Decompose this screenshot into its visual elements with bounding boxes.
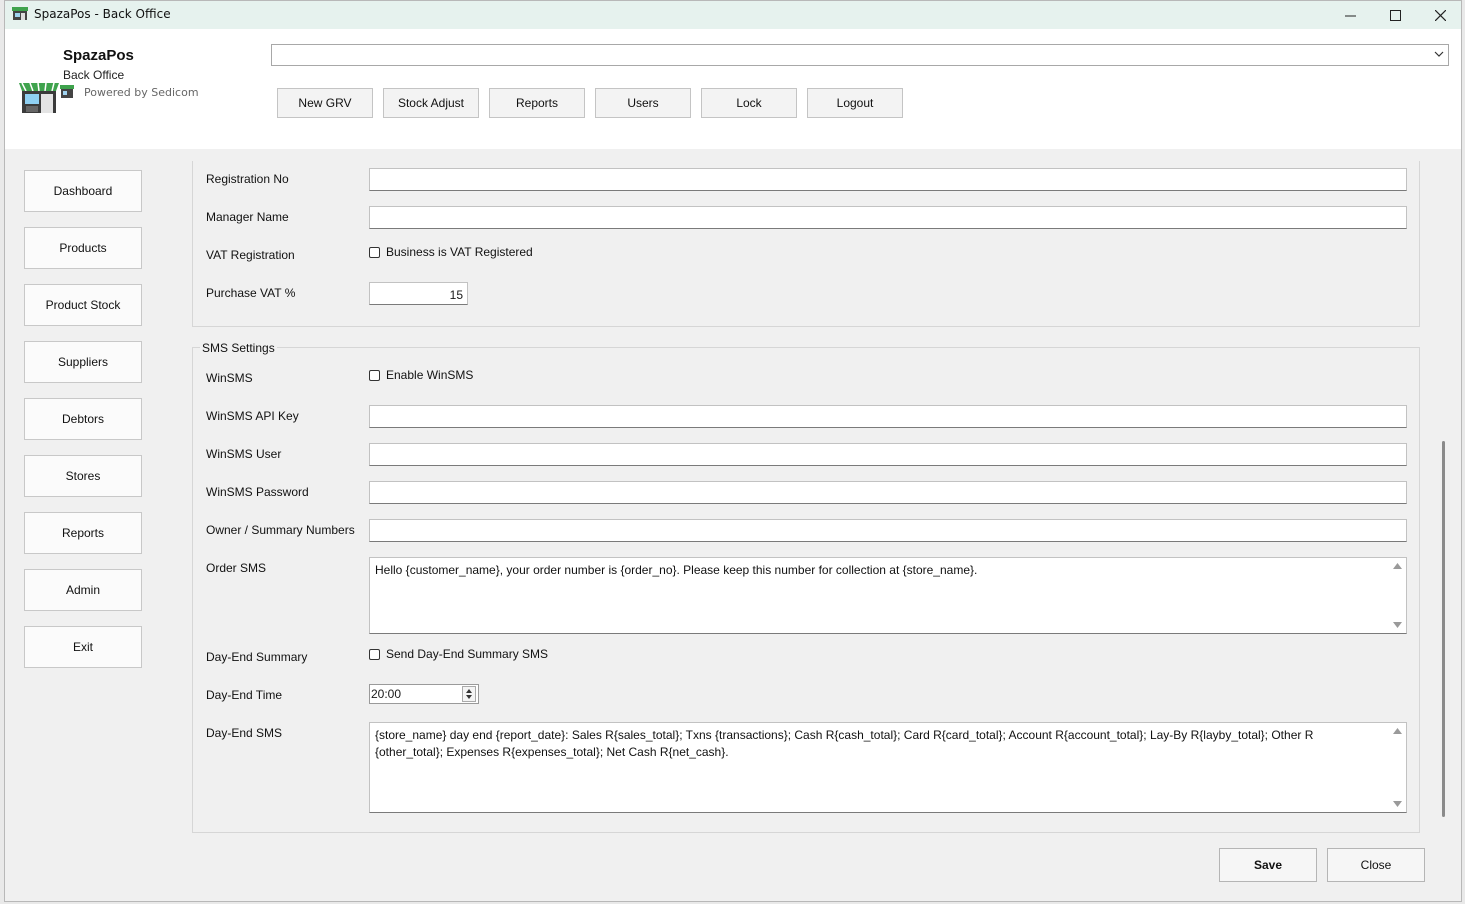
brand-name: SpazaPos	[63, 47, 134, 64]
store-logo-icon	[19, 82, 59, 113]
enable-winsms-checkbox-label: Enable WinSMS	[386, 368, 474, 382]
winsms-api-key-label: WinSMS API Key	[206, 409, 299, 423]
title-bar: SpazaPos - Back Office	[5, 1, 1461, 29]
powered-by: Powered by Sedicom	[84, 86, 199, 99]
day-end-summary-label: Day-End Summary	[206, 650, 308, 664]
sidebar-item-dashboard[interactable]: Dashboard	[24, 170, 142, 212]
users-button[interactable]: Users	[595, 88, 691, 118]
scroll-up-icon[interactable]	[1393, 727, 1402, 734]
checkbox-box[interactable]	[369, 648, 380, 660]
time-spinner[interactable]	[462, 686, 476, 702]
sidebar-item-debtors[interactable]: Debtors	[24, 398, 142, 440]
sidebar-item-product-stock[interactable]: Product Stock	[24, 284, 142, 326]
purchase-vat-field[interactable]: 15	[369, 282, 468, 305]
day-end-sms-text: {store_name} day end {report_date}: Sale…	[375, 728, 1314, 759]
winsms-user-field[interactable]	[369, 443, 1407, 466]
vat-registration-label: VAT Registration	[206, 248, 295, 262]
manager-name-label: Manager Name	[206, 210, 289, 224]
order-sms-label: Order SMS	[206, 561, 267, 575]
sidebar-item-suppliers[interactable]: Suppliers	[24, 341, 142, 383]
brand-subtitle: Back Office	[63, 68, 125, 82]
winsms-password-field[interactable]	[369, 481, 1407, 504]
scroll-up-icon[interactable]	[1393, 562, 1402, 569]
scroll-down-icon[interactable]	[1393, 801, 1402, 808]
day-end-sms-label: Day-End SMS	[206, 726, 283, 740]
vat-registered-checkbox-label: Business is VAT Registered	[386, 245, 533, 259]
order-sms-textarea[interactable]: Hello {customer_name}, your order number…	[369, 557, 1407, 634]
logout-button[interactable]: Logout	[807, 88, 903, 118]
purchase-vat-label: Purchase VAT %	[206, 286, 296, 300]
close-window-button[interactable]	[1417, 1, 1461, 29]
back-office-window: SpazaPos - Back Office SpazaPos Back Off…	[4, 0, 1462, 902]
checkbox-box[interactable]	[369, 246, 380, 258]
vat-registered-checkbox[interactable]: Business is VAT Registered	[369, 245, 533, 259]
spin-down-icon[interactable]	[463, 694, 475, 701]
winsms-api-key-field[interactable]	[369, 405, 1407, 428]
send-day-end-checkbox-label: Send Day-End Summary SMS	[386, 647, 549, 661]
order-sms-text: Hello {customer_name}, your order number…	[375, 563, 978, 577]
sidebar-item-products[interactable]: Products	[24, 227, 142, 269]
sms-settings-title: SMS Settings	[200, 341, 277, 355]
owner-summary-numbers-label: Owner / Summary Numbers	[206, 523, 355, 537]
winsms-user-label: WinSMS User	[206, 447, 282, 461]
owner-summary-numbers-field[interactable]	[369, 519, 1407, 542]
reports-button[interactable]: Reports	[489, 88, 585, 118]
mini-logo-icon	[60, 85, 74, 98]
sidebar-item-exit[interactable]: Exit	[24, 626, 142, 668]
save-button[interactable]: Save	[1219, 848, 1317, 882]
minimize-button[interactable]	[1327, 1, 1373, 29]
chevron-down-icon	[1434, 51, 1444, 57]
registration-no-label: Registration No	[206, 172, 289, 186]
day-end-sms-textarea[interactable]: {store_name} day end {report_date}: Sale…	[369, 722, 1407, 813]
enable-winsms-checkbox[interactable]: Enable WinSMS	[369, 368, 473, 382]
manager-name-field[interactable]	[369, 206, 1407, 229]
send-day-end-checkbox[interactable]: Send Day-End Summary SMS	[369, 647, 548, 661]
sidebar-item-stores[interactable]: Stores	[24, 455, 142, 497]
spin-up-icon[interactable]	[463, 687, 475, 694]
registration-no-field[interactable]	[369, 168, 1407, 191]
store-selector[interactable]	[271, 44, 1449, 66]
day-end-time-picker[interactable]: 20:00	[369, 684, 479, 704]
day-end-time-label: Day-End Time	[206, 688, 283, 702]
checkbox-box[interactable]	[369, 369, 380, 381]
winsms-label: WinSMS	[206, 371, 253, 385]
close-button[interactable]: Close	[1327, 848, 1425, 882]
sidebar-item-admin[interactable]: Admin	[24, 569, 142, 611]
day-end-time-value: 20:00	[371, 687, 402, 701]
lock-button[interactable]: Lock	[701, 88, 797, 118]
app-header: SpazaPos Back Office Powered by Sedicom …	[5, 29, 1461, 149]
window-title: SpazaPos - Back Office	[34, 7, 171, 21]
scroll-down-icon[interactable]	[1393, 622, 1402, 629]
app-icon	[12, 7, 28, 20]
new-grv-button[interactable]: New GRV	[277, 88, 373, 118]
maximize-button[interactable]	[1372, 1, 1418, 29]
stock-adjust-button[interactable]: Stock Adjust	[383, 88, 479, 118]
close-icon	[1434, 9, 1446, 21]
sidebar-item-reports[interactable]: Reports	[24, 512, 142, 554]
panel-scrollbar[interactable]	[1442, 441, 1445, 817]
minimize-icon	[1344, 15, 1356, 16]
maximize-icon	[1389, 9, 1401, 21]
winsms-password-label: WinSMS Password	[206, 485, 309, 499]
